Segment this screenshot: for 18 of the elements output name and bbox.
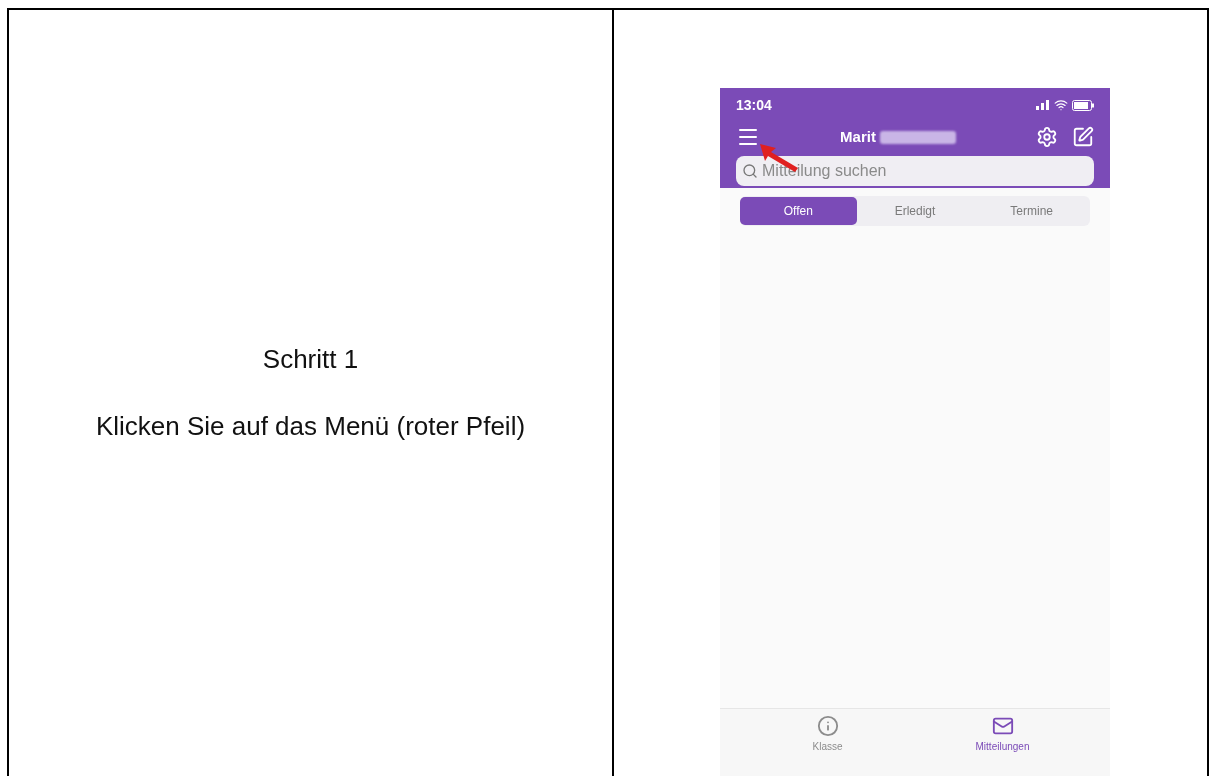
compose-icon[interactable] [1072, 126, 1094, 148]
segment-tab[interactable]: Offen [740, 197, 857, 225]
search-field[interactable]: Mitteilung suchen [736, 156, 1094, 186]
mail-icon [991, 715, 1014, 737]
settings-icon[interactable] [1036, 126, 1058, 148]
instruction-text: Klicken Sie auf das Menü (roter Pfeil) [95, 410, 526, 443]
tab-bar-item[interactable]: Mitteilungen [915, 715, 1090, 759]
segment-tab[interactable]: Erledigt [856, 197, 974, 225]
battery-icon [1072, 99, 1094, 111]
tab-bar-item[interactable]: Klasse [740, 715, 915, 759]
search-icon [742, 163, 758, 179]
header-title: Marit [840, 126, 876, 147]
segment-tab[interactable]: Termine [973, 197, 1090, 225]
signal-icon [1036, 100, 1050, 110]
info-icon [816, 715, 839, 737]
status-time: 13:04 [736, 95, 772, 115]
wifi-icon [1054, 98, 1068, 112]
step-title: Schritt 1 [262, 343, 359, 376]
